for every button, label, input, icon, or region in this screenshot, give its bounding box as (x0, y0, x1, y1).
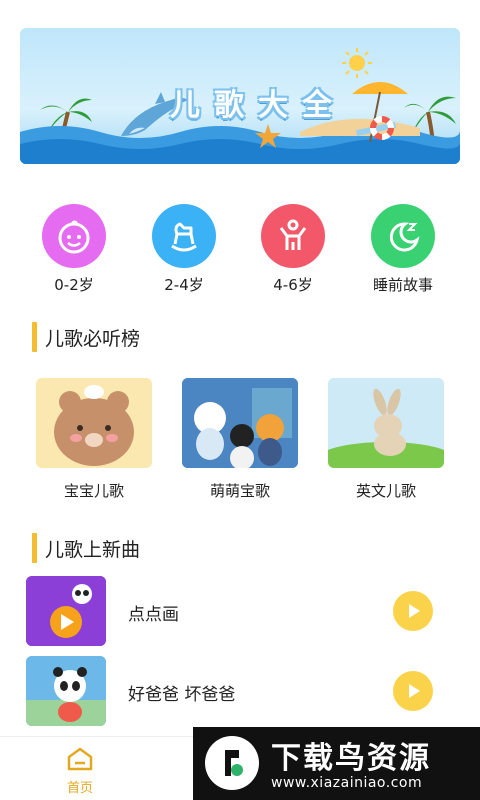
song-thumbnail (26, 576, 106, 646)
album-card[interactable]: 英文儿歌 (326, 378, 446, 501)
section-accent-bar (32, 533, 37, 563)
category-label: 睡前故事 (372, 276, 433, 294)
category-label: 4-6岁 (273, 276, 313, 294)
watermark-url: www.xiazainiao.com (271, 775, 423, 791)
bunny-thumbnail (328, 378, 444, 468)
bear-thumbnail (36, 378, 152, 468)
section-accent-bar (32, 322, 37, 352)
category-label: 0-2岁 (54, 276, 94, 294)
rocking-horse-icon (152, 204, 216, 268)
tab-home-label: 首页 (66, 781, 93, 796)
song-list-item[interactable]: 好爸爸 坏爸爸 (26, 656, 466, 726)
section-header-new-songs: 儿歌上新曲 (32, 533, 140, 563)
album-card[interactable]: 萌萌宝歌 (180, 378, 300, 501)
category-0-2[interactable]: 0-2岁 (34, 204, 114, 295)
album-title: 英文儿歌 (355, 482, 416, 500)
song-title: 点点画 (128, 605, 179, 625)
watermark-name: 下载鸟资源 (271, 741, 431, 776)
section-header-must-listen: 儿歌必听榜 (32, 322, 140, 352)
album-title: 宝宝儿歌 (63, 482, 124, 500)
album-title: 萌萌宝歌 (209, 482, 270, 500)
song-title: 好爸爸 坏爸爸 (128, 685, 236, 705)
moon-sleep-icon (371, 204, 435, 268)
play-icon (409, 604, 420, 618)
category-4-6[interactable]: 4-6岁 (253, 204, 333, 295)
app-page: 儿歌大全 0-2岁 2-4岁 4-6岁 睡前故事 儿歌必听榜 宝宝儿歌 萌萌宝歌… (0, 0, 480, 800)
child-arms-up-icon (261, 204, 325, 268)
baby-face-icon (42, 204, 106, 268)
category-2-4[interactable]: 2-4岁 (144, 204, 224, 295)
section-title: 儿歌必听榜 (45, 327, 141, 350)
category-bedtime-stories[interactable]: 睡前故事 (363, 204, 443, 295)
song-list-item[interactable]: 点点画 (26, 576, 466, 646)
play-button[interactable] (393, 591, 433, 631)
play-button[interactable] (393, 671, 433, 711)
watermark: 下载鸟资源 www.xiazainiao.com (193, 727, 480, 800)
octonauts-thumbnail (182, 378, 298, 468)
home-icon (67, 747, 93, 771)
bird-logo-icon (205, 736, 259, 790)
play-icon (409, 684, 420, 698)
song-thumbnail (26, 656, 106, 726)
banner[interactable]: 儿歌大全 (20, 28, 460, 164)
tab-home[interactable]: 首页 (52, 747, 108, 796)
swim-ring-illustration (370, 116, 394, 140)
section-title: 儿歌上新曲 (45, 538, 141, 561)
album-card[interactable]: 宝宝儿歌 (34, 378, 154, 501)
category-label: 2-4岁 (164, 276, 204, 294)
starfish-illustration (255, 124, 281, 148)
